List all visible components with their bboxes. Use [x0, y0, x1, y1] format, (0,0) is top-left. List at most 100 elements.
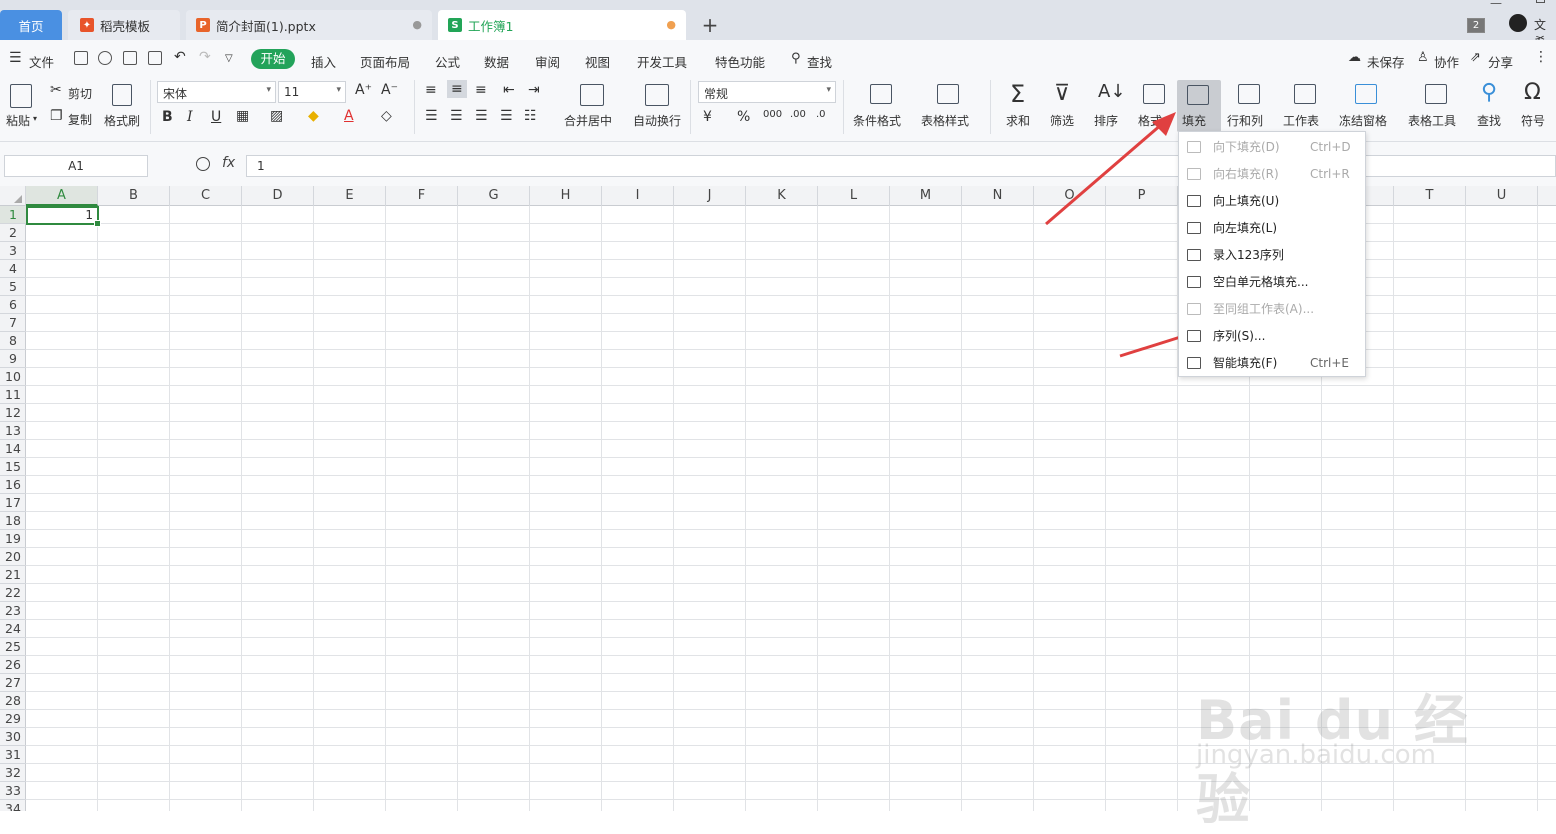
eraser-icon[interactable]: ◇: [381, 108, 392, 124]
row-header-7[interactable]: 7: [0, 314, 26, 332]
row-header-14[interactable]: 14: [0, 440, 26, 458]
table-style-button[interactable]: 表格样式: [921, 112, 969, 129]
fill-menu-item[interactable]: 空白单元格填充...: [1179, 268, 1365, 295]
new-tab-button[interactable]: +: [700, 13, 720, 37]
fill-menu-item[interactable]: 序列(S)...: [1179, 322, 1365, 349]
currency-icon[interactable]: ¥: [703, 109, 712, 125]
more-icon[interactable]: ⋮: [1534, 49, 1548, 65]
distribute-icon[interactable]: ☷: [524, 108, 537, 124]
symbol-button[interactable]: 符号: [1521, 112, 1545, 129]
fill-menu-item[interactable]: 录入123序列: [1179, 241, 1365, 268]
fill-menu-item[interactable]: 至同组工作表(A)...: [1179, 295, 1365, 322]
omega-icon[interactable]: Ω: [1524, 80, 1541, 105]
row-header-9[interactable]: 9: [0, 350, 26, 368]
fill-menu-item[interactable]: 智能填充(F) Ctrl+E: [1179, 349, 1365, 376]
sort-button[interactable]: 排序: [1094, 112, 1118, 129]
row-header-28[interactable]: 28: [0, 692, 26, 710]
format-painter-button[interactable]: 格式刷: [104, 112, 140, 129]
row-header-2[interactable]: 2: [0, 224, 26, 242]
row-col-button[interactable]: 行和列: [1227, 112, 1263, 129]
sort-icon[interactable]: A↓: [1098, 81, 1125, 102]
italic-icon[interactable]: I: [187, 109, 193, 125]
paste-icon[interactable]: [10, 84, 32, 108]
search-icon[interactable]: ⚲: [791, 51, 801, 66]
maximize-icon[interactable]: [1536, 0, 1545, 3]
thousands-icon[interactable]: 000: [763, 109, 782, 120]
row-header-21[interactable]: 21: [0, 566, 26, 584]
row-header-23[interactable]: 23: [0, 602, 26, 620]
column-header-E[interactable]: E: [314, 186, 386, 206]
column-header-P[interactable]: P: [1106, 186, 1178, 206]
border-icon[interactable]: ▦: [236, 108, 249, 124]
column-header-F[interactable]: F: [386, 186, 458, 206]
row-header-3[interactable]: 3: [0, 242, 26, 260]
wrap-text-icon[interactable]: [645, 84, 669, 106]
column-header-N[interactable]: N: [962, 186, 1034, 206]
row-header-10[interactable]: 10: [0, 368, 26, 386]
bold-icon[interactable]: B: [162, 109, 173, 125]
column-header-I[interactable]: I: [602, 186, 674, 206]
chevron-down-icon[interactable]: ▽: [225, 53, 233, 64]
unsaved-dot-icon[interactable]: ●: [666, 18, 676, 31]
row-header-20[interactable]: 20: [0, 548, 26, 566]
column-header-J[interactable]: J: [674, 186, 746, 206]
row-col-icon[interactable]: [1238, 84, 1260, 104]
fill-menu-item[interactable]: 向下填充(D) Ctrl+D: [1179, 133, 1365, 160]
row-header-26[interactable]: 26: [0, 656, 26, 674]
fill-color-icon[interactable]: ◆: [308, 108, 319, 124]
copy-button[interactable]: 复制: [68, 111, 92, 128]
undo-icon[interactable]: ↶: [174, 49, 186, 65]
number-format-select[interactable]: 常规: [698, 81, 836, 103]
font-name-select[interactable]: 宋体: [157, 81, 276, 103]
row-header-13[interactable]: 13: [0, 422, 26, 440]
row-header-17[interactable]: 17: [0, 494, 26, 512]
avatar[interactable]: [1509, 14, 1527, 32]
menu-insert[interactable]: 插入: [311, 52, 336, 71]
align-center-icon[interactable]: ☰: [450, 108, 463, 124]
row-header-15[interactable]: 15: [0, 458, 26, 476]
row-header-4[interactable]: 4: [0, 260, 26, 278]
row-header-25[interactable]: 25: [0, 638, 26, 656]
column-header-H[interactable]: H: [530, 186, 602, 206]
column-header-G[interactable]: G: [458, 186, 530, 206]
decrease-font-icon[interactable]: A⁻: [381, 82, 398, 98]
fill-pattern-icon[interactable]: ▨: [270, 108, 283, 124]
unsaved-status[interactable]: 未保存: [1367, 52, 1405, 71]
menu-special[interactable]: 特色功能: [715, 52, 765, 71]
window-count-badge[interactable]: 2: [1467, 18, 1485, 33]
justify-icon[interactable]: ☰: [500, 108, 513, 124]
column-header-L[interactable]: L: [818, 186, 890, 206]
fx-icon[interactable]: fx: [222, 155, 235, 171]
sum-icon[interactable]: Σ: [1010, 80, 1025, 108]
align-top-icon[interactable]: ≡: [425, 82, 437, 98]
row-header-6[interactable]: 6: [0, 296, 26, 314]
row-header-18[interactable]: 18: [0, 512, 26, 530]
menu-page-layout[interactable]: 页面布局: [360, 52, 410, 71]
menu-dev-tools[interactable]: 开发工具: [637, 52, 687, 71]
row-header-34[interactable]: 34: [0, 800, 26, 811]
redo-icon[interactable]: ↷: [199, 49, 211, 65]
freeze-panes-icon[interactable]: [1355, 84, 1377, 104]
select-all-corner[interactable]: [0, 186, 26, 206]
merge-center-icon[interactable]: [580, 84, 604, 106]
row-header-32[interactable]: 32: [0, 764, 26, 782]
column-header-U[interactable]: U: [1466, 186, 1538, 206]
percent-icon[interactable]: %: [737, 109, 750, 125]
column-header-D[interactable]: D: [242, 186, 314, 206]
chevron-down-icon[interactable]: ▾: [33, 114, 37, 123]
collab-button[interactable]: 协作: [1434, 52, 1459, 71]
menu-formula[interactable]: 公式: [435, 52, 460, 71]
print-icon[interactable]: [123, 51, 137, 65]
find-icon[interactable]: ⚲: [1481, 80, 1497, 105]
worksheet-button[interactable]: 工作表: [1283, 112, 1319, 129]
paste-button[interactable]: 粘贴: [6, 112, 30, 129]
row-header-22[interactable]: 22: [0, 584, 26, 602]
zoom-icon[interactable]: [196, 157, 210, 171]
fill-menu-item[interactable]: 向左填充(L): [1179, 214, 1365, 241]
format-painter-icon[interactable]: [112, 84, 132, 106]
row-header-16[interactable]: 16: [0, 476, 26, 494]
column-header-B[interactable]: B: [98, 186, 170, 206]
row-header-19[interactable]: 19: [0, 530, 26, 548]
row-header-24[interactable]: 24: [0, 620, 26, 638]
underline-icon[interactable]: U: [211, 109, 221, 125]
